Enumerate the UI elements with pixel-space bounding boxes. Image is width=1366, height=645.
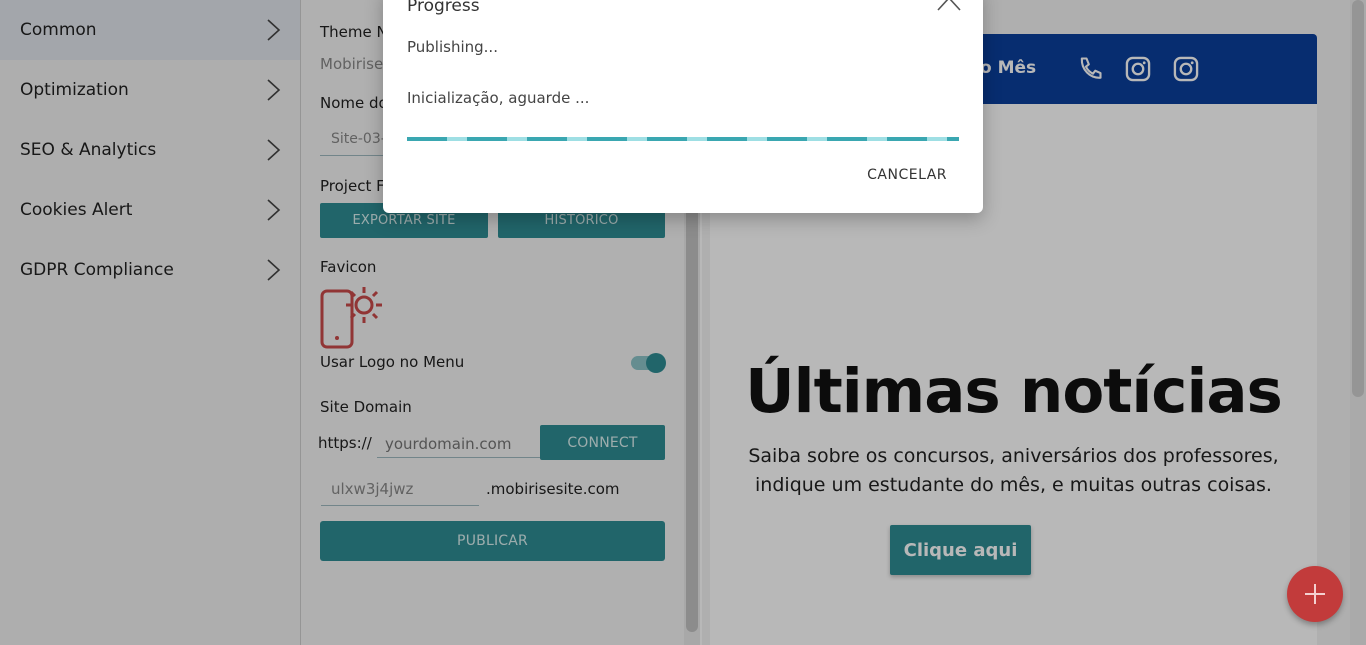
plus-icon [1305,584,1325,604]
progress-bar [407,137,959,141]
dialog-status: Publishing... [407,38,498,56]
progress-bar-fill [407,137,959,141]
dialog-title: Progress [407,0,480,16]
add-block-button[interactable] [1287,566,1343,622]
progress-dialog: Progress Publishing... Inicialização, ag… [383,0,983,213]
collapse-chevron-icon[interactable] [937,0,961,12]
cancel-button[interactable]: CANCELAR [867,167,947,183]
dialog-detail: Inicialização, aguarde ... [407,89,590,107]
